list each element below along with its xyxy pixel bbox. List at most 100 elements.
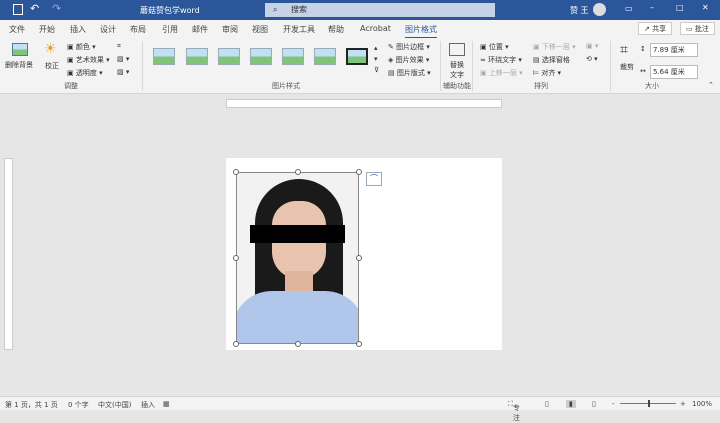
picture-layout-button[interactable]: ▤ 图片版式 ▾ bbox=[388, 68, 431, 78]
group-accessibility-label: 辅助功能 bbox=[443, 82, 471, 90]
status-bar: 第 1 页，共 1 页 0 个字 中文(中国) 插入 ▦ ⛶ 专注 ▯ ▮ ▯ … bbox=[0, 396, 720, 422]
color-button[interactable]: ▣ 颜色 ▾ bbox=[67, 42, 96, 52]
picture-border-label: 图片边框 bbox=[396, 43, 425, 51]
tab-acrobat[interactable]: Acrobat bbox=[360, 24, 391, 33]
focus-label: 专注 bbox=[512, 404, 520, 422]
rotate-icon[interactable]: ⟲ ▾ bbox=[586, 55, 598, 63]
search-placeholder: 搜索 bbox=[291, 5, 307, 14]
styles-scroll[interactable]: ▴ ▾ ⊽ bbox=[374, 43, 379, 76]
resize-handle[interactable] bbox=[356, 169, 362, 175]
redo-icon[interactable]: ↷ bbox=[52, 2, 61, 15]
send-backward-button[interactable]: ▣ 下移一层 ▾ bbox=[533, 42, 576, 52]
censor-bar bbox=[250, 225, 345, 243]
tab-design[interactable]: 设计 bbox=[100, 24, 116, 35]
tab-references[interactable]: 引用 bbox=[162, 24, 178, 35]
comment-label: 批注 bbox=[694, 25, 709, 33]
correct-button[interactable]: 校正 bbox=[45, 61, 59, 71]
tab-mailings[interactable]: 邮件 bbox=[192, 24, 208, 35]
sun-icon: ☀ bbox=[44, 41, 57, 57]
divider bbox=[142, 41, 143, 91]
window-title: 蘑菇赞包学word bbox=[140, 6, 200, 15]
reset-picture-icon[interactable]: ▨ ▾ bbox=[117, 68, 129, 76]
undo-icon[interactable]: ↶ bbox=[30, 2, 39, 15]
read-mode-icon[interactable]: ▯ bbox=[545, 400, 549, 408]
remove-background-button[interactable]: 删除背景 bbox=[5, 60, 33, 70]
tab-developer[interactable]: 开发工具 bbox=[283, 24, 315, 35]
resize-handle[interactable] bbox=[233, 341, 239, 347]
group-arrange-label: 排列 bbox=[534, 82, 548, 90]
picture-style-7[interactable] bbox=[346, 48, 368, 65]
page: ⌒ bbox=[226, 158, 502, 350]
ribbon-display-icon[interactable]: ▭ bbox=[625, 4, 633, 13]
print-layout-icon[interactable]: ▮ bbox=[566, 400, 576, 408]
group-picture-styles-label: 图片样式 bbox=[272, 82, 300, 90]
save-icon[interactable] bbox=[13, 4, 23, 15]
align-label: 对齐 bbox=[541, 69, 556, 77]
tab-picture-format[interactable]: 图片格式 bbox=[405, 24, 437, 39]
picture-style-1[interactable] bbox=[153, 48, 175, 65]
art-effects-label: 艺术效果 bbox=[75, 56, 104, 64]
change-picture-icon[interactable]: ▨ ▾ bbox=[117, 55, 129, 63]
word-count[interactable]: 0 个字 bbox=[68, 400, 89, 410]
wrap-text-label: 环绕文字 bbox=[488, 56, 517, 64]
horizontal-ruler bbox=[226, 99, 502, 108]
search-icon: ⌕ bbox=[273, 5, 278, 14]
resize-handle[interactable] bbox=[233, 255, 239, 261]
selection-pane-button[interactable]: ▤ 选择窗格 bbox=[533, 55, 570, 65]
web-layout-icon[interactable]: ▯ bbox=[592, 400, 596, 408]
bring-forward-button[interactable]: ▣ 上移一层 ▾ bbox=[480, 68, 523, 78]
macro-icon[interactable]: ▦ bbox=[163, 400, 170, 408]
zoom-slider-thumb[interactable] bbox=[648, 400, 650, 407]
picture-style-6[interactable] bbox=[314, 48, 336, 65]
selection-pane-label: 选择窗格 bbox=[541, 56, 570, 64]
align-button[interactable]: ⊨ 对齐 ▾ bbox=[533, 68, 561, 78]
position-button[interactable]: ▣ 位置 ▾ bbox=[480, 42, 509, 52]
alt-text-button[interactable]: 替换文字 bbox=[449, 60, 465, 80]
zoom-in-button[interactable]: + bbox=[680, 400, 686, 408]
group-icon[interactable]: ▣ ▾ bbox=[586, 42, 598, 50]
picture-style-5[interactable] bbox=[282, 48, 304, 65]
share-button[interactable]: ↗ 共享 bbox=[638, 22, 673, 35]
tab-layout[interactable]: 布局 bbox=[130, 24, 146, 35]
wrap-text-button[interactable]: ≂ 环绕文字 ▾ bbox=[480, 55, 522, 65]
picture-style-2[interactable] bbox=[186, 48, 208, 65]
zoom-slider[interactable] bbox=[620, 400, 676, 407]
language[interactable]: 中文(中国) bbox=[98, 400, 131, 410]
minimize-button[interactable]: – bbox=[650, 3, 654, 12]
resize-handle[interactable] bbox=[233, 169, 239, 175]
page-count[interactable]: 第 1 页，共 1 页 bbox=[5, 400, 58, 410]
picture-effects-button[interactable]: ◈ 图片效果 ▾ bbox=[388, 55, 429, 65]
zoom-out-button[interactable]: - bbox=[612, 400, 615, 408]
comment-button[interactable]: ▭ 批注 bbox=[680, 22, 715, 35]
collapse-ribbon-icon[interactable]: ⌃ bbox=[708, 81, 714, 89]
tab-insert[interactable]: 插入 bbox=[70, 24, 86, 35]
color-label: 颜色 bbox=[75, 43, 90, 51]
resize-handle[interactable] bbox=[295, 341, 301, 347]
maximize-button[interactable]: □ bbox=[676, 3, 684, 12]
resize-handle[interactable] bbox=[295, 169, 301, 175]
tab-home[interactable]: 开始 bbox=[39, 24, 55, 35]
picture-border-button[interactable]: ✎ 图片边框 ▾ bbox=[388, 42, 430, 52]
resize-handle[interactable] bbox=[356, 341, 362, 347]
search-input[interactable]: ⌕ 搜索 bbox=[265, 3, 495, 17]
tab-help[interactable]: 帮助 bbox=[328, 24, 344, 35]
picture-style-4[interactable] bbox=[250, 48, 272, 65]
compress-icon[interactable]: ⌗ bbox=[117, 42, 121, 51]
insert-mode[interactable]: 插入 bbox=[141, 400, 155, 410]
zoom-level[interactable]: 100% bbox=[692, 400, 712, 408]
tab-review[interactable]: 审阅 bbox=[222, 24, 238, 35]
height-input[interactable]: 7.89 厘米 bbox=[650, 43, 698, 57]
picture[interactable] bbox=[236, 172, 359, 344]
transparency-button[interactable]: ▣ 透明度 ▾ bbox=[67, 68, 103, 78]
avatar[interactable] bbox=[593, 3, 606, 16]
width-input[interactable]: 5.64 厘米 bbox=[650, 65, 698, 79]
layout-options-icon[interactable]: ⌒ bbox=[366, 172, 382, 186]
close-button[interactable]: ✕ bbox=[702, 3, 709, 12]
crop-button[interactable]: 裁剪 bbox=[620, 62, 634, 72]
picture-style-3[interactable] bbox=[218, 48, 240, 65]
tab-view[interactable]: 视图 bbox=[252, 24, 268, 35]
tab-file[interactable]: 文件 bbox=[9, 24, 25, 35]
resize-handle[interactable] bbox=[356, 255, 362, 261]
focus-button[interactable]: ⛶ 专注 bbox=[508, 400, 520, 422]
art-effects-button[interactable]: ▣ 艺术效果 ▾ bbox=[67, 55, 110, 65]
